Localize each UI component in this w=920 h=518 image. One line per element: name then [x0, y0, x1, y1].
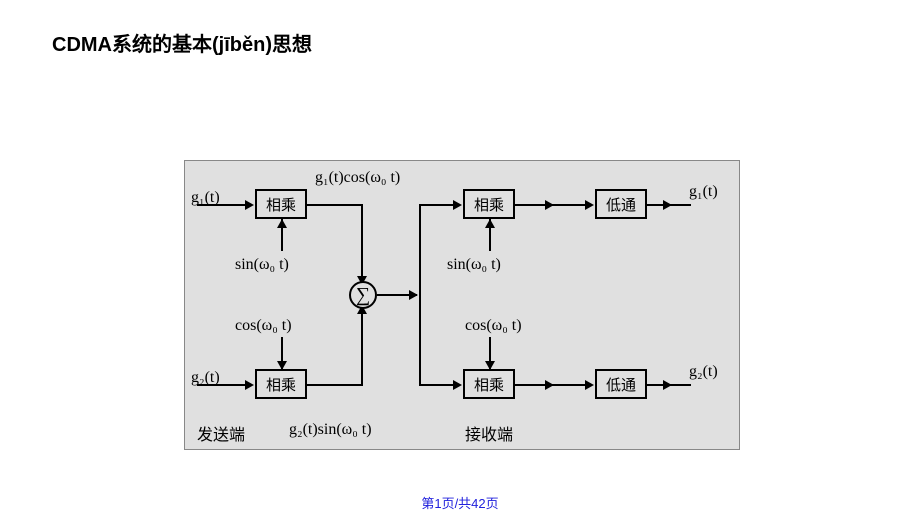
block-lowpass-bottom: 低通: [595, 369, 647, 399]
block-mult-top-left: 相乘: [255, 189, 307, 219]
label-g2-out: g₂(t): [689, 363, 718, 381]
label-g2sin: g₂(t)sin(ω₀ t): [289, 421, 372, 439]
label-sin-right: sin(ω₀ t): [447, 256, 501, 274]
label-sin-left: sin(ω₀ t): [235, 256, 289, 274]
block-mult-bottom-left: 相乘: [255, 369, 307, 399]
page-title: CDMA系统的基本(jīběn)思想: [52, 28, 312, 57]
label-g1cos: g₁(t)cos(ω₀ t): [315, 169, 400, 187]
label-cos-left: cos(ω₀ t): [235, 317, 292, 335]
block-mult-bottom-right: 相乘: [463, 369, 515, 399]
label-g1-out: g₁(t): [689, 183, 718, 201]
block-lowpass-top: 低通: [595, 189, 647, 219]
label-rx: 接收端: [465, 421, 513, 445]
label-tx: 发送端: [197, 421, 245, 445]
block-sum: ∑: [349, 281, 377, 309]
page-footer: 第1页/共42页: [0, 493, 920, 512]
diagram-inner: g₁(t) g₂(t) 相乘 相乘 sin(ω₀ t) cos(ω₀ t) g₁…: [185, 161, 739, 449]
block-mult-top-right: 相乘: [463, 189, 515, 219]
block-diagram: g₁(t) g₂(t) 相乘 相乘 sin(ω₀ t) cos(ω₀ t) g₁…: [184, 160, 740, 450]
label-cos-right: cos(ω₀ t): [465, 317, 522, 335]
